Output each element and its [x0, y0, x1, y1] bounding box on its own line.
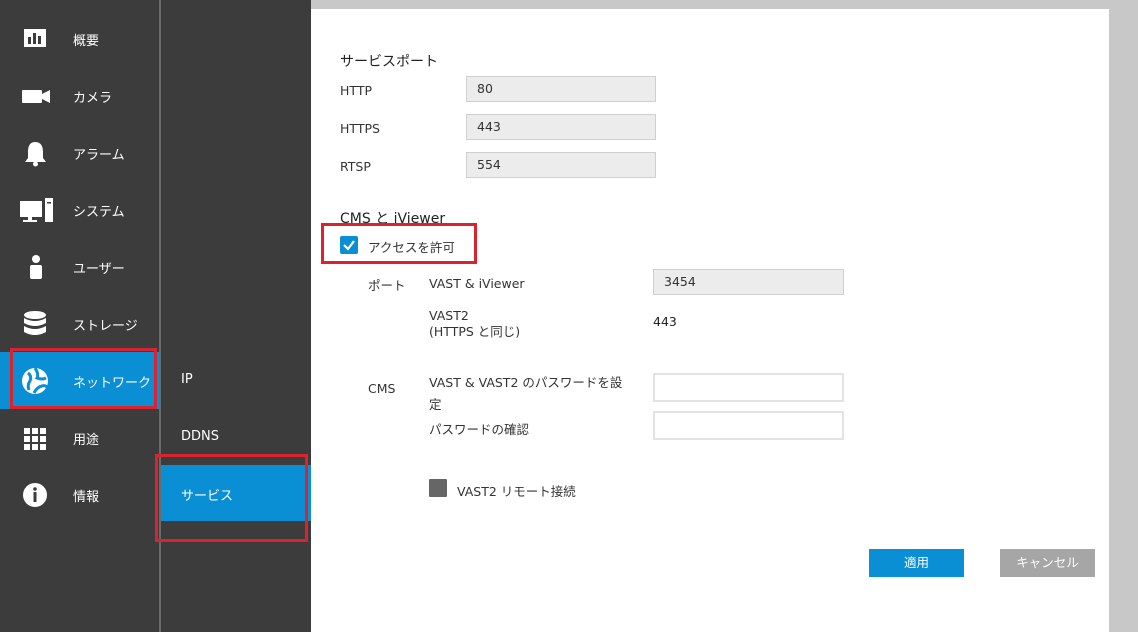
info-icon: [20, 480, 52, 510]
vast-iviewer-port-field[interactable]: 3454: [653, 269, 844, 295]
bell-icon: [20, 138, 52, 168]
subnav-item-label: サービス: [181, 489, 234, 504]
http-label: HTTP: [340, 83, 372, 98]
password-label-line2: 定: [429, 397, 442, 412]
subnav-item-service[interactable]: サービス: [161, 465, 311, 521]
sidebar-item-label: カメラ: [73, 91, 113, 106]
confirm-password-field[interactable]: [653, 411, 844, 440]
sidebar-item-label: ストレージ: [73, 319, 138, 334]
sidebar-item-network[interactable]: ネットワーク: [0, 352, 159, 409]
sidebar-item-overview[interactable]: 概要: [0, 10, 159, 67]
port-label: ポート: [368, 278, 406, 293]
vast-iviewer-label: VAST & iViewer: [429, 276, 525, 291]
rtsp-port-field[interactable]: 554: [466, 152, 656, 178]
https-port-field[interactable]: 443: [466, 114, 656, 140]
subnav-item-ddns[interactable]: DDNS: [161, 409, 311, 466]
database-icon: [20, 309, 52, 339]
vast2-sublabel: (HTTPS と同じ): [429, 324, 521, 339]
sidebar-item-camera[interactable]: カメラ: [0, 67, 159, 124]
sidebar-item-label: 概要: [73, 34, 100, 49]
video-camera-icon: [20, 81, 52, 111]
confirm-password-label: パスワードの確認: [429, 422, 530, 437]
sidebar-item-system[interactable]: システム: [0, 181, 159, 238]
sidebar-item-label: 用途: [73, 433, 100, 448]
apply-button[interactable]: 適用: [869, 549, 964, 577]
sidebar-item-storage[interactable]: ストレージ: [0, 295, 159, 352]
sidebar-item-application[interactable]: 用途: [0, 409, 159, 466]
vast2-remote-label: VAST2 リモート接続: [457, 484, 576, 499]
sidebar-item-label: ユーザー: [73, 262, 125, 277]
sidebar-item-user[interactable]: ユーザー: [0, 238, 159, 295]
section-title-cms: CMS と iViewer: [340, 211, 446, 227]
sub-sidebar: IP DDNS サービス: [159, 0, 311, 632]
sidebar-item-info[interactable]: 情報: [0, 466, 159, 523]
allow-access-label: アクセスを許可: [368, 240, 455, 255]
cancel-button[interactable]: キャンセル: [1000, 549, 1095, 577]
sidebar-item-label: アラーム: [73, 148, 125, 163]
http-port-field[interactable]: 80: [466, 76, 656, 102]
password-label-line1: VAST & VAST2 のパスワードを設: [429, 375, 623, 390]
vast2-remote-checkbox[interactable]: [429, 479, 447, 497]
sidebar-item-alarm[interactable]: アラーム: [0, 124, 159, 181]
service-settings-panel: サービスポート HTTP 80 HTTPS 443 RTSP 554 CMS と…: [311, 9, 1109, 632]
bar-chart-icon: [20, 24, 52, 54]
subnav-item-label: IP: [181, 372, 193, 387]
password-field[interactable]: [653, 373, 844, 402]
cms-label: CMS: [368, 381, 396, 396]
subnav-item-ip[interactable]: IP: [161, 352, 311, 409]
vast2-port-value: 443: [653, 314, 677, 329]
user-icon: [20, 252, 52, 282]
grid-icon: [20, 423, 52, 453]
sidebar-item-label: システム: [73, 205, 125, 220]
subnav-item-label: DDNS: [181, 429, 219, 444]
section-title-service-port: サービスポート: [340, 54, 438, 70]
sidebar-item-label: 情報: [73, 490, 100, 505]
rtsp-label: RTSP: [340, 159, 371, 174]
computer-icon: [18, 195, 53, 225]
globe-icon: [20, 366, 52, 396]
password-label: VAST & VAST2 のパスワードを設 定: [429, 372, 639, 413]
sidebar-item-label: ネットワーク: [73, 376, 152, 391]
allow-access-checkbox[interactable]: [340, 236, 358, 254]
main-sidebar: 概要 カメラ アラーム システム ユーザー ストレージ ネットワーク 用途 情報: [0, 0, 159, 632]
https-label: HTTPS: [340, 121, 380, 136]
